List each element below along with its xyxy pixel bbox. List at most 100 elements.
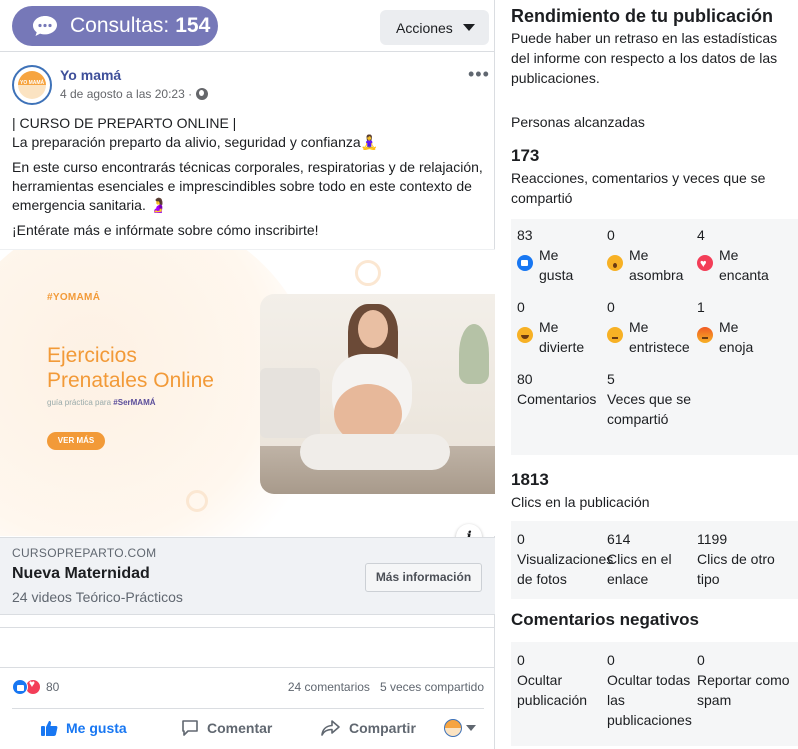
image-subtitle-hashtag: #SerMAMÁ	[113, 398, 156, 407]
report-spam-value: 0	[697, 652, 705, 668]
like-icon	[517, 255, 533, 271]
post-text: | CURSO DE PREPARTO ONLINE | La preparac…	[12, 114, 484, 246]
post-date-text[interactable]: 4 de agosto a las 20:23 ·	[60, 87, 192, 101]
reaction-haha-label: Me divierte	[539, 319, 585, 355]
sad-icon	[607, 327, 623, 343]
negative-title: Comentarios negativos	[511, 610, 699, 629]
reaction-like: 83 Me gusta	[517, 225, 605, 285]
shares-metric-value: 5	[607, 371, 615, 387]
share-button-label: Compartir	[349, 720, 416, 736]
other-clicks-value: 1199	[697, 531, 728, 547]
pregnant-woman-photo	[260, 294, 495, 494]
reaction-love-value: 4	[697, 227, 705, 243]
comment-button-label: Comentar	[207, 720, 273, 736]
reaction-haha: 0 Me divierte	[517, 297, 605, 357]
shares-count-link[interactable]: 5 veces compartido	[380, 680, 484, 694]
photo-face	[358, 310, 388, 348]
photo-views-label: Visualizaciones de fotos	[517, 551, 614, 587]
acciones-label: Acciones	[396, 19, 453, 36]
link-preview[interactable]: CURSOPREPARTO.COM Nueva Maternidad 24 vi…	[0, 537, 495, 615]
image-subtitle-prefix: guía práctica para	[47, 398, 112, 407]
consultas-count: 154	[175, 14, 211, 37]
decor-circle	[186, 490, 208, 512]
more-options-icon[interactable]: •••	[468, 64, 490, 85]
consultas-badge[interactable]: Consultas: 154	[12, 6, 218, 46]
acciones-dropdown[interactable]: Acciones	[380, 10, 489, 45]
reaction-sad-label: Me entristece	[629, 319, 690, 355]
reach-label: Personas alcanzadas	[511, 114, 645, 130]
post-text-cta: ¡Entérate más e infórmate sobre cómo ins…	[12, 222, 319, 238]
divider	[0, 667, 495, 668]
reaction-haha-value: 0	[517, 299, 525, 315]
engagement-label: Reacciones, comentarios y veces que se c…	[511, 170, 766, 206]
engagement-counts: 24 comentarios 5 veces compartido	[288, 680, 484, 694]
negative-breakdown: 0 Ocultar publicación 0 Ocultar todas la…	[511, 642, 798, 746]
image-tag: #YOMAMÁ	[47, 292, 101, 303]
reaction-like-label: Me gusta	[539, 247, 574, 283]
like-button-label: Me gusta	[66, 720, 127, 736]
insights-panel: Rendimiento de tu publicación Puede habe…	[511, 0, 798, 749]
reactions-summary[interactable]: 80	[12, 679, 59, 695]
caret-down-icon	[466, 725, 476, 731]
post-column: Consultas: 154 Acciones YO MAMÁ Yo mamá …	[0, 0, 495, 749]
comment-icon	[182, 720, 198, 736]
page-name[interactable]: Yo mamá	[60, 67, 121, 83]
image-title-line1: Ejercicios	[47, 344, 137, 367]
insights-note: Puede haber un retraso en las estadístic…	[511, 30, 778, 86]
engagement-value: 173	[511, 146, 540, 165]
link-clicks-label: Clics en el enlace	[607, 551, 672, 587]
mini-avatar	[444, 719, 462, 737]
comments-metric: 80 Comentarios	[517, 369, 605, 409]
post-date: 4 de agosto a las 20:23 ·	[60, 87, 209, 101]
photo-sofa	[260, 368, 320, 438]
image-ver-mas-button: VER MÁS	[47, 432, 105, 450]
post-actions: Me gusta Comentar Compartir	[12, 708, 484, 748]
report-spam-metric: 0 Reportar como spam	[697, 650, 795, 710]
post-text-line: | CURSO DE PREPARTO ONLINE | La preparac…	[12, 114, 484, 152]
hide-post-metric: 0 Ocultar publicación	[517, 650, 605, 710]
image-title: Ejercicios Prenatales Online	[47, 343, 214, 393]
reaction-like-value: 83	[517, 227, 533, 243]
more-info-button[interactable]: Más información	[365, 563, 482, 592]
other-clicks-metric: 1199 Clics de otro tipo	[697, 529, 795, 589]
like-button[interactable]: Me gusta	[40, 719, 127, 737]
post-image[interactable]: #YOMAMÁ Ejercicios Prenatales Online guí…	[0, 249, 495, 536]
report-spam-label: Reportar como spam	[697, 672, 790, 708]
share-icon	[321, 720, 340, 736]
reaction-angry-value: 1	[697, 299, 705, 315]
share-button[interactable]: Compartir	[321, 719, 416, 737]
shares-metric-label: Veces que se compartió	[607, 391, 692, 427]
hide-post-label: Ocultar publicación	[517, 672, 588, 708]
globe-icon	[196, 88, 209, 100]
shares-metric: 5 Veces que se compartió	[607, 369, 695, 429]
decor-circle	[355, 260, 381, 286]
reaction-sad-value: 0	[607, 299, 615, 315]
wow-icon	[607, 255, 623, 271]
clicks-value: 1813	[511, 470, 549, 489]
link-domain: CURSOPREPARTO.COM	[12, 546, 157, 560]
post-as-selector[interactable]	[444, 719, 476, 737]
clicks-breakdown: 0 Visualizaciones de fotos 614 Clics en …	[511, 521, 798, 599]
caret-down-icon	[463, 24, 475, 31]
post-text-intro: La preparación preparto da alivio, segur…	[12, 134, 379, 150]
divider	[0, 627, 495, 628]
clicks-label: Clics en la publicación	[511, 494, 650, 510]
photo-legs	[300, 434, 450, 470]
reaction-angry: 1 Me enoja	[697, 297, 795, 357]
comments-count-link[interactable]: 24 comentarios	[288, 680, 370, 694]
post-text-body: En este curso encontrarás técnicas corpo…	[12, 159, 483, 213]
post-stats: 80 24 comentarios 5 veces compartido	[12, 678, 484, 698]
reactions-count: 80	[46, 680, 60, 694]
love-icon	[697, 254, 713, 274]
consultas-label: Consultas:	[70, 14, 170, 37]
page-avatar[interactable]: YO MAMÁ	[12, 65, 52, 105]
comment-button[interactable]: Comentar	[181, 719, 272, 737]
link-clicks-value: 614	[607, 531, 631, 547]
link-clicks-metric: 614 Clics en el enlace	[607, 529, 693, 589]
comments-metric-value: 80	[517, 371, 533, 387]
hide-all-value: 0	[607, 652, 615, 668]
hide-post-value: 0	[517, 652, 525, 668]
reactions-breakdown: 83 Me gusta 0 Me asombra 4 Me encanta 0 …	[511, 219, 798, 455]
avatar-text: YO MAMÁ	[20, 80, 45, 86]
reaction-love-label: Me encanta	[719, 247, 769, 283]
